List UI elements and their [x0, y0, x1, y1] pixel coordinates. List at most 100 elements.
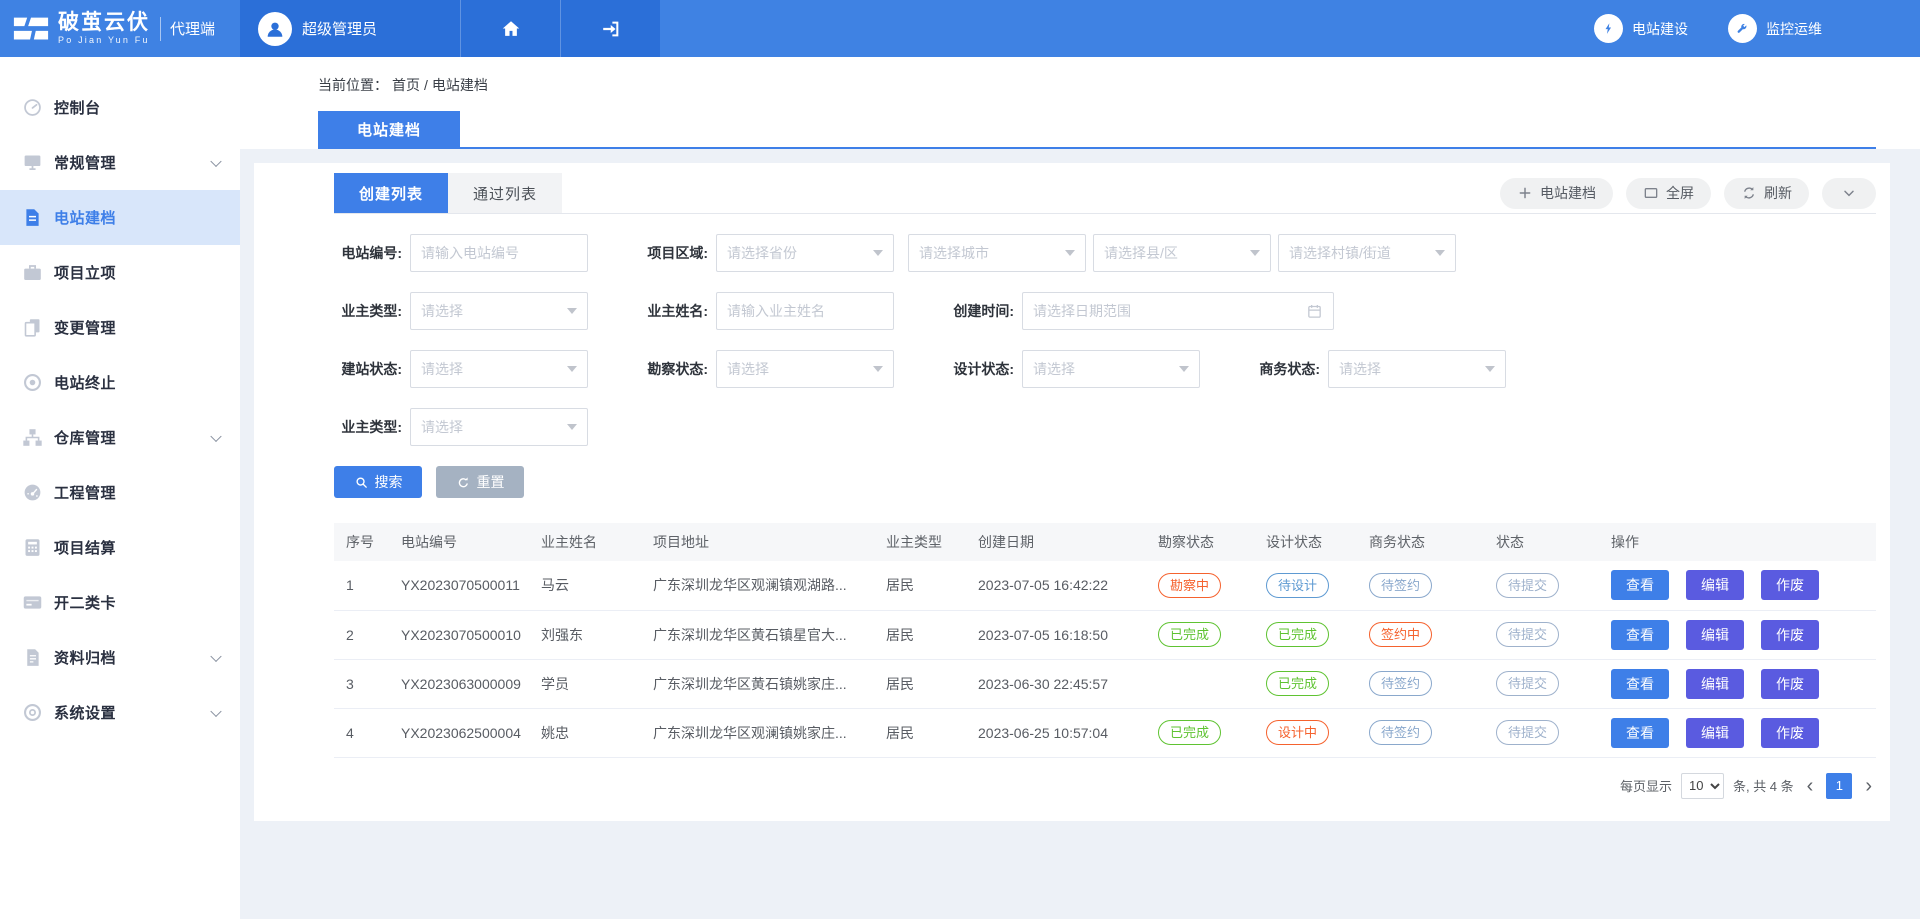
- owner-name-input[interactable]: [716, 292, 894, 330]
- cell-index: 1: [334, 561, 389, 610]
- column-header: 商务状态: [1357, 523, 1484, 561]
- list-tab-0[interactable]: 创建列表: [334, 173, 448, 213]
- filter-label: 业主类型:: [334, 417, 402, 437]
- owner-type-select[interactable]: 请选择: [410, 292, 588, 330]
- sidebar-item-7[interactable]: 工程管理: [0, 465, 240, 520]
- edit-button[interactable]: 编辑: [1686, 620, 1744, 650]
- chevron-down-icon: [210, 705, 221, 716]
- quick-link-0[interactable]: 电站建设: [1594, 14, 1688, 43]
- void-button[interactable]: 作废: [1761, 669, 1819, 699]
- caret-down-icon: [1435, 250, 1445, 256]
- cell-status: 待提交: [1484, 659, 1599, 708]
- sidebar-item-11[interactable]: 系统设置: [0, 685, 240, 740]
- design-status-select[interactable]: 请选择: [1022, 350, 1200, 388]
- home-icon: [500, 18, 522, 40]
- breadcrumb-current: 电站建档: [432, 75, 488, 95]
- village-select[interactable]: 请选择村镇/街道: [1278, 234, 1456, 272]
- filter-label: 业主类型:: [334, 301, 402, 321]
- sidebar-item-1[interactable]: 常规管理: [0, 135, 240, 190]
- quick-link-1[interactable]: 监控运维: [1728, 14, 1822, 43]
- business-status-select[interactable]: 请选择: [1328, 350, 1506, 388]
- cell-owner-type: 居民: [874, 708, 966, 757]
- sidebar-item-10[interactable]: 资料归档: [0, 630, 240, 685]
- station-no-input[interactable]: [410, 234, 588, 272]
- void-button[interactable]: 作废: [1761, 620, 1819, 650]
- view-button[interactable]: 查看: [1611, 620, 1669, 650]
- fullscreen-icon: [1643, 185, 1659, 201]
- cell-status: 待提交: [1484, 610, 1599, 659]
- sidebar-item-9[interactable]: 开二类卡: [0, 575, 240, 630]
- edition-label: 代理端: [170, 18, 215, 39]
- column-header: 项目地址: [641, 523, 874, 561]
- view-button[interactable]: 查看: [1611, 718, 1669, 748]
- filter-label: 项目区域:: [640, 243, 708, 263]
- monitor-icon: [22, 152, 43, 173]
- sidebar-item-label: 电站终止: [54, 372, 116, 393]
- owner-type-select-2[interactable]: 请选择: [410, 408, 588, 446]
- avatar: [258, 12, 292, 46]
- survey-status-select[interactable]: 请选择: [716, 350, 894, 388]
- created-range-input[interactable]: 请选择日期范围: [1022, 292, 1334, 330]
- county-select[interactable]: 请选择县/区: [1093, 234, 1271, 272]
- total-count-label: 条, 共 4 条: [1733, 776, 1794, 795]
- collapse-button[interactable]: [1822, 178, 1876, 209]
- edit-button[interactable]: 编辑: [1686, 570, 1744, 600]
- caret-down-icon: [873, 366, 883, 372]
- page-tab-station-archive[interactable]: 电站建档: [318, 111, 460, 147]
- current-page-button[interactable]: 1: [1826, 773, 1852, 799]
- table-row: 1YX2023070500011马云广东深圳龙华区观澜镇观湖路...居民2023…: [334, 561, 1876, 610]
- cell-owner-name: 学员: [529, 659, 641, 708]
- cell-created: 2023-06-25 10:57:04: [966, 708, 1146, 757]
- sidebar-item-0[interactable]: 控制台: [0, 80, 240, 135]
- sidebar-item-8[interactable]: 项目结算: [0, 520, 240, 575]
- toolbar-button-label: 刷新: [1764, 183, 1792, 203]
- column-header: 序号: [334, 523, 389, 561]
- toolbar-button-0[interactable]: 电站建档: [1500, 178, 1613, 209]
- sidebar-item-5[interactable]: 电站终止: [0, 355, 240, 410]
- table-row: 3YX2023063000009学员广东深圳龙华区黄石镇姚家庄...居民2023…: [334, 659, 1876, 708]
- column-header: 电站编号: [389, 523, 529, 561]
- void-button[interactable]: 作废: [1761, 570, 1819, 600]
- document-icon: [22, 207, 43, 228]
- lightning-icon-circle: [1594, 14, 1623, 43]
- toolbar-button-1[interactable]: 全屏: [1626, 178, 1711, 209]
- user-menu[interactable]: 超级管理员: [240, 0, 460, 57]
- sidebar-item-2[interactable]: 电站建档: [0, 190, 240, 245]
- status-badge: 勘察中: [1158, 573, 1221, 598]
- per-page-select[interactable]: 10: [1681, 773, 1724, 799]
- province-select[interactable]: 请选择省份: [716, 234, 894, 272]
- sidebar-item-label: 仓库管理: [54, 427, 116, 448]
- breadcrumb-home[interactable]: 首页: [392, 75, 420, 95]
- edit-button[interactable]: 编辑: [1686, 669, 1744, 699]
- view-button[interactable]: 查看: [1611, 570, 1669, 600]
- sidebar-item-6[interactable]: 仓库管理: [0, 410, 240, 465]
- briefcase-icon: [22, 262, 43, 283]
- home-button[interactable]: [460, 0, 560, 57]
- toolbar-button-2[interactable]: 刷新: [1724, 178, 1809, 209]
- search-button[interactable]: 搜索: [334, 466, 422, 498]
- table-row: 2YX2023070500010刘强东广东深圳龙华区黄石镇星官大...居民202…: [334, 610, 1876, 659]
- status-badge: 已完成: [1266, 671, 1329, 696]
- view-button[interactable]: 查看: [1611, 669, 1669, 699]
- list-tab-1[interactable]: 通过列表: [448, 173, 562, 213]
- cell-actions: 查看编辑作废: [1599, 561, 1876, 610]
- void-button[interactable]: 作废: [1761, 718, 1819, 748]
- filter-label: 创建时间:: [946, 301, 1014, 321]
- edit-button[interactable]: 编辑: [1686, 718, 1744, 748]
- sidebar-item-4[interactable]: 变更管理: [0, 300, 240, 355]
- sidebar-item-3[interactable]: 项目立项: [0, 245, 240, 300]
- prev-page-button[interactable]: ‹: [1803, 776, 1818, 796]
- reset-button-label: 重置: [477, 472, 505, 492]
- status-badge: 签约中: [1369, 622, 1432, 647]
- breadcrumb: 当前位置： 首页 / 电站建档: [240, 57, 1920, 113]
- logout-button[interactable]: [560, 0, 660, 57]
- search-button-label: 搜索: [375, 472, 403, 492]
- column-header: 操作: [1599, 523, 1876, 561]
- reset-button[interactable]: 重置: [436, 466, 524, 498]
- app-header: 破茧云伏 Po Jian Yun Fu 代理端 超级管理员 电站建设监控运维: [0, 0, 1920, 57]
- list-tabs: 创建列表通过列表: [334, 173, 562, 213]
- build-status-select[interactable]: 请选择: [410, 350, 588, 388]
- sidebar-item-label: 电站建档: [54, 207, 116, 228]
- city-select[interactable]: 请选择城市: [908, 234, 1086, 272]
- next-page-button[interactable]: ›: [1861, 776, 1876, 796]
